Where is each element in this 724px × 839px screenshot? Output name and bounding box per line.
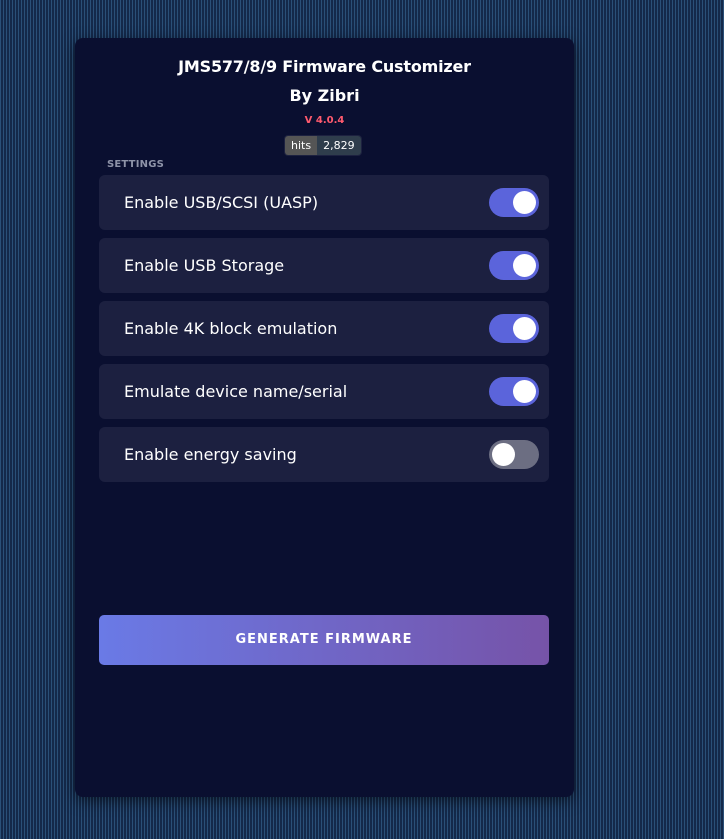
toggle-knob: [492, 443, 515, 466]
hits-counter-badge: hits 2,829: [285, 136, 361, 155]
settings-list: Enable USB/SCSI (UASP) Enable USB Storag…: [99, 175, 549, 490]
generate-firmware-button[interactable]: GENERATE FIRMWARE: [99, 615, 549, 665]
setting-label: Enable 4K block emulation: [124, 319, 338, 338]
uasp-toggle[interactable]: [489, 188, 539, 217]
setting-row-uasp[interactable]: Enable USB/SCSI (UASP): [99, 175, 549, 230]
hits-badge-label: hits: [285, 136, 318, 155]
toggle-knob: [513, 317, 536, 340]
customizer-card: JMS577/8/9 Firmware Customizer By Zibri …: [75, 38, 574, 797]
setting-label: Enable USB/SCSI (UASP): [124, 193, 319, 212]
setting-label: Emulate device name/serial: [124, 382, 348, 401]
app-title: JMS577/8/9 Firmware Customizer: [178, 57, 471, 76]
author-byline: By Zibri: [289, 86, 360, 105]
toggle-knob: [513, 380, 536, 403]
toggle-knob: [513, 254, 536, 277]
usb-storage-toggle[interactable]: [489, 251, 539, 280]
energy-saving-toggle[interactable]: [489, 440, 539, 469]
toggle-knob: [513, 191, 536, 214]
setting-row-4k-block[interactable]: Enable 4K block emulation: [99, 301, 549, 356]
version-label: V 4.0.4: [304, 115, 345, 126]
4k-block-toggle[interactable]: [489, 314, 539, 343]
hits-badge-count: 2,829: [317, 136, 361, 155]
setting-label: Enable energy saving: [124, 445, 297, 464]
setting-label: Enable USB Storage: [124, 256, 285, 275]
setting-row-emulate-name[interactable]: Emulate device name/serial: [99, 364, 549, 419]
settings-section-label: SETTINGS: [107, 159, 165, 170]
emulate-name-toggle[interactable]: [489, 377, 539, 406]
setting-row-energy-saving[interactable]: Enable energy saving: [99, 427, 549, 482]
setting-row-usb-storage[interactable]: Enable USB Storage: [99, 238, 549, 293]
